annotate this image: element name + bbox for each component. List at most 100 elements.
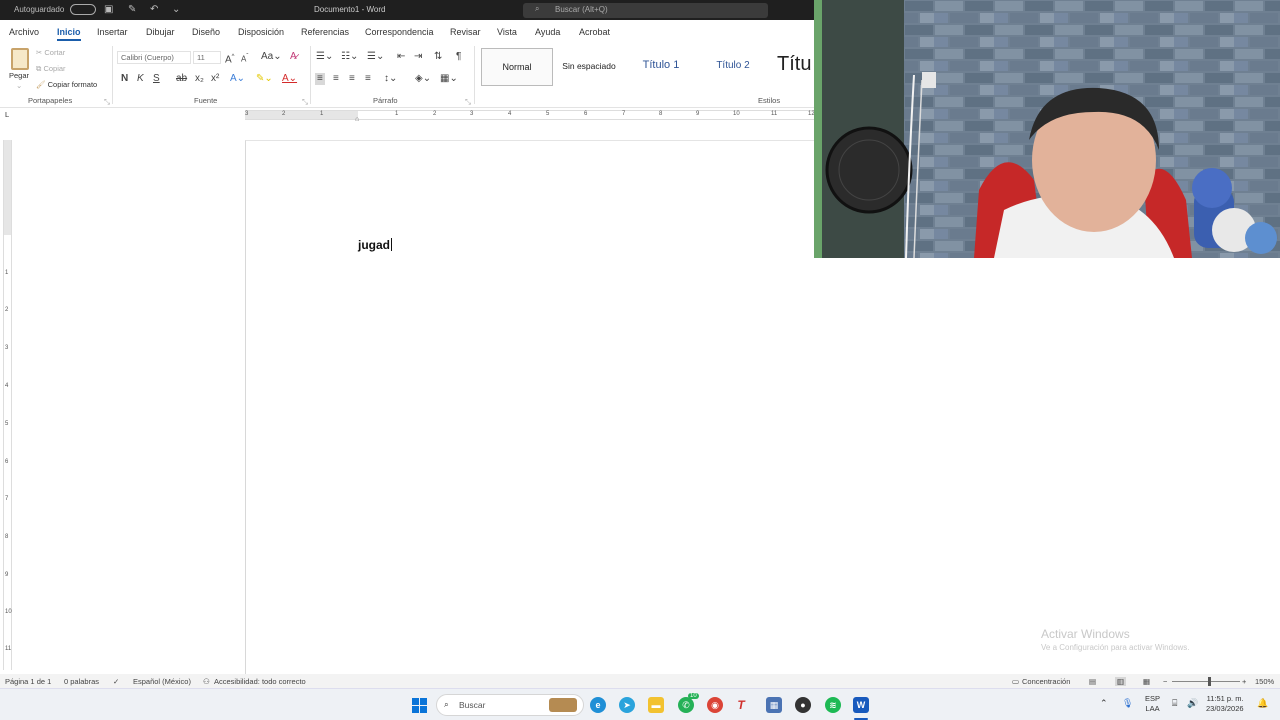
text-effects-icon[interactable]: A⌄: [230, 73, 245, 85]
clock[interactable]: 11:51 p. m. 23/03/2026: [1206, 694, 1244, 714]
save-icon[interactable]: ▣: [104, 4, 113, 15]
zoom-level[interactable]: 150%: [1255, 677, 1274, 686]
typora-icon[interactable]: T: [733, 697, 749, 713]
strikethrough-icon[interactable]: ab: [176, 73, 187, 85]
paste-button[interactable]: Pegar: [9, 71, 29, 80]
print-layout-icon[interactable]: ▥: [1115, 677, 1127, 686]
paragraph-launcher-icon[interactable]: ⤡: [465, 97, 471, 107]
tab-referencias[interactable]: Referencias: [301, 27, 349, 37]
read-mode-icon[interactable]: ▤: [1089, 677, 1096, 686]
tab-ayuda[interactable]: Ayuda: [535, 27, 560, 37]
obs-icon[interactable]: ●: [795, 697, 811, 713]
horizontal-ruler[interactable]: 3 2 1 1 2 3 4 5 6 7 8 9 10 11 12 ⌂: [245, 110, 815, 123]
tab-revisar[interactable]: Revisar: [450, 27, 481, 37]
vertical-ruler[interactable]: 1 2 3 4 5 6 7 8 9 10 11: [3, 140, 12, 670]
font-name-combo[interactable]: Calibri (Cuerpo): [117, 51, 191, 64]
language-indicator[interactable]: Español (México): [133, 677, 191, 686]
accessibility-icon[interactable]: ⚇: [203, 677, 210, 686]
format-painter-button[interactable]: 🖌 Copiar formato: [36, 80, 97, 89]
style-titulo[interactable]: Títu: [777, 48, 817, 86]
font-launcher-icon[interactable]: ⤡: [302, 97, 308, 107]
tab-archivo[interactable]: Archivo: [9, 27, 39, 37]
page-count[interactable]: Página 1 de 1: [5, 677, 51, 686]
sort-icon[interactable]: ⇅: [434, 51, 442, 63]
tray-chevron-icon[interactable]: ⌃: [1100, 698, 1108, 709]
increase-indent-icon[interactable]: ⇥: [414, 51, 422, 63]
paste-chevron-icon[interactable]: ⌄: [16, 81, 22, 90]
word-icon[interactable]: W: [853, 697, 869, 713]
bold-button[interactable]: N: [121, 73, 128, 85]
zoom-slider-thumb[interactable]: [1208, 677, 1211, 686]
tab-selector-icon[interactable]: L: [5, 110, 9, 119]
tab-diseno[interactable]: Diseño: [192, 27, 220, 37]
align-left-icon[interactable]: ≡: [315, 73, 325, 85]
shading-icon[interactable]: ◈⌄: [415, 73, 431, 85]
tab-insertar[interactable]: Insertar: [97, 27, 128, 37]
align-center-icon[interactable]: ≡: [333, 73, 339, 85]
telegram-icon[interactable]: ➤: [619, 697, 635, 713]
search-box[interactable]: ⌕ Buscar (Alt+Q): [523, 3, 768, 18]
clipboard-launcher-icon[interactable]: ⤡: [104, 97, 110, 107]
web-layout-icon[interactable]: ▦: [1143, 677, 1150, 686]
autosave-toggle[interactable]: [70, 4, 96, 15]
highlight-icon[interactable]: ✎⌄: [256, 73, 273, 85]
notifications-icon[interactable]: 🔔: [1257, 698, 1268, 709]
pen-icon[interactable]: ✎: [128, 4, 136, 15]
keyboard-language[interactable]: ESP LAA: [1145, 694, 1160, 714]
multilevel-list-icon[interactable]: ☰⌄: [367, 51, 384, 63]
microphone-icon[interactable]: 🎙: [1122, 698, 1133, 709]
show-marks-icon[interactable]: ¶: [456, 51, 461, 63]
justify-icon[interactable]: ≡: [365, 73, 371, 85]
font-color-icon[interactable]: A⌄: [282, 73, 297, 85]
whatsapp-icon[interactable]: ✆: [678, 697, 694, 713]
style-titulo-2[interactable]: Título 2: [703, 48, 763, 86]
zoom-out-icon[interactable]: −: [1163, 677, 1167, 686]
chrome-icon[interactable]: ◉: [707, 697, 723, 713]
windows-start-icon[interactable]: [412, 698, 427, 713]
style-sin-espaciado[interactable]: Sin espaciado: [555, 48, 623, 86]
zoom-in-icon[interactable]: +: [1242, 677, 1246, 686]
cut-button[interactable]: ✂ Cortar: [36, 48, 65, 57]
customize-chevron-icon[interactable]: ⌄: [172, 4, 180, 15]
tab-vista[interactable]: Vista: [497, 27, 517, 37]
zoom-slider[interactable]: [1172, 681, 1240, 682]
align-right-icon[interactable]: ≡: [349, 73, 355, 85]
undo-icon[interactable]: ↶: [150, 4, 158, 15]
tab-dibujar[interactable]: Dibujar: [146, 27, 175, 37]
grow-font-icon[interactable]: A^: [225, 51, 235, 66]
style-normal[interactable]: Normal: [481, 48, 553, 86]
font-size-combo[interactable]: 11: [193, 51, 221, 64]
superscript-icon[interactable]: x²: [211, 73, 219, 85]
volume-icon[interactable]: 🔊: [1187, 698, 1198, 709]
file-explorer-icon[interactable]: ▬: [648, 697, 664, 713]
calculator-icon[interactable]: ▦: [766, 697, 782, 713]
subscript-icon[interactable]: x₂: [195, 73, 204, 85]
focus-mode-button[interactable]: Concentración: [1022, 677, 1070, 686]
shrink-font-icon[interactable]: Aˇ: [241, 51, 248, 66]
italic-button[interactable]: K: [137, 73, 144, 85]
edge-icon[interactable]: e: [590, 697, 606, 713]
decrease-indent-icon[interactable]: ⇤: [397, 51, 405, 63]
word-count[interactable]: 0 palabras: [64, 677, 99, 686]
focus-icon[interactable]: ▭: [1012, 677, 1019, 686]
spotify-icon[interactable]: ≋: [825, 697, 841, 713]
tab-disposicion[interactable]: Disposición: [238, 27, 284, 37]
accessibility-status[interactable]: Accesibilidad: todo correcto: [214, 677, 306, 686]
network-icon[interactable]: ⌸: [1172, 698, 1177, 709]
taskbar-search[interactable]: ⌕ Buscar: [436, 694, 584, 716]
copy-button[interactable]: ⧉ Copiar: [36, 64, 66, 74]
style-titulo-1[interactable]: Título 1: [631, 48, 691, 86]
numbering-icon[interactable]: ☷⌄: [341, 51, 358, 63]
tab-inicio[interactable]: Inicio: [57, 27, 81, 41]
bullets-icon[interactable]: ☰⌄: [316, 51, 333, 63]
clear-formatting-icon[interactable]: A̷: [290, 51, 297, 63]
underline-button[interactable]: S: [153, 73, 160, 85]
borders-icon[interactable]: ▦⌄: [440, 73, 458, 85]
proofing-icon[interactable]: ✓: [113, 677, 119, 686]
paste-icon[interactable]: [11, 48, 29, 70]
tab-correspondencia[interactable]: Correspondencia: [365, 27, 434, 37]
tab-acrobat[interactable]: Acrobat: [579, 27, 610, 37]
document-text[interactable]: jugad: [358, 238, 392, 252]
line-spacing-icon[interactable]: ↕⌄: [384, 73, 397, 85]
change-case-icon[interactable]: Aa⌄: [261, 51, 282, 63]
